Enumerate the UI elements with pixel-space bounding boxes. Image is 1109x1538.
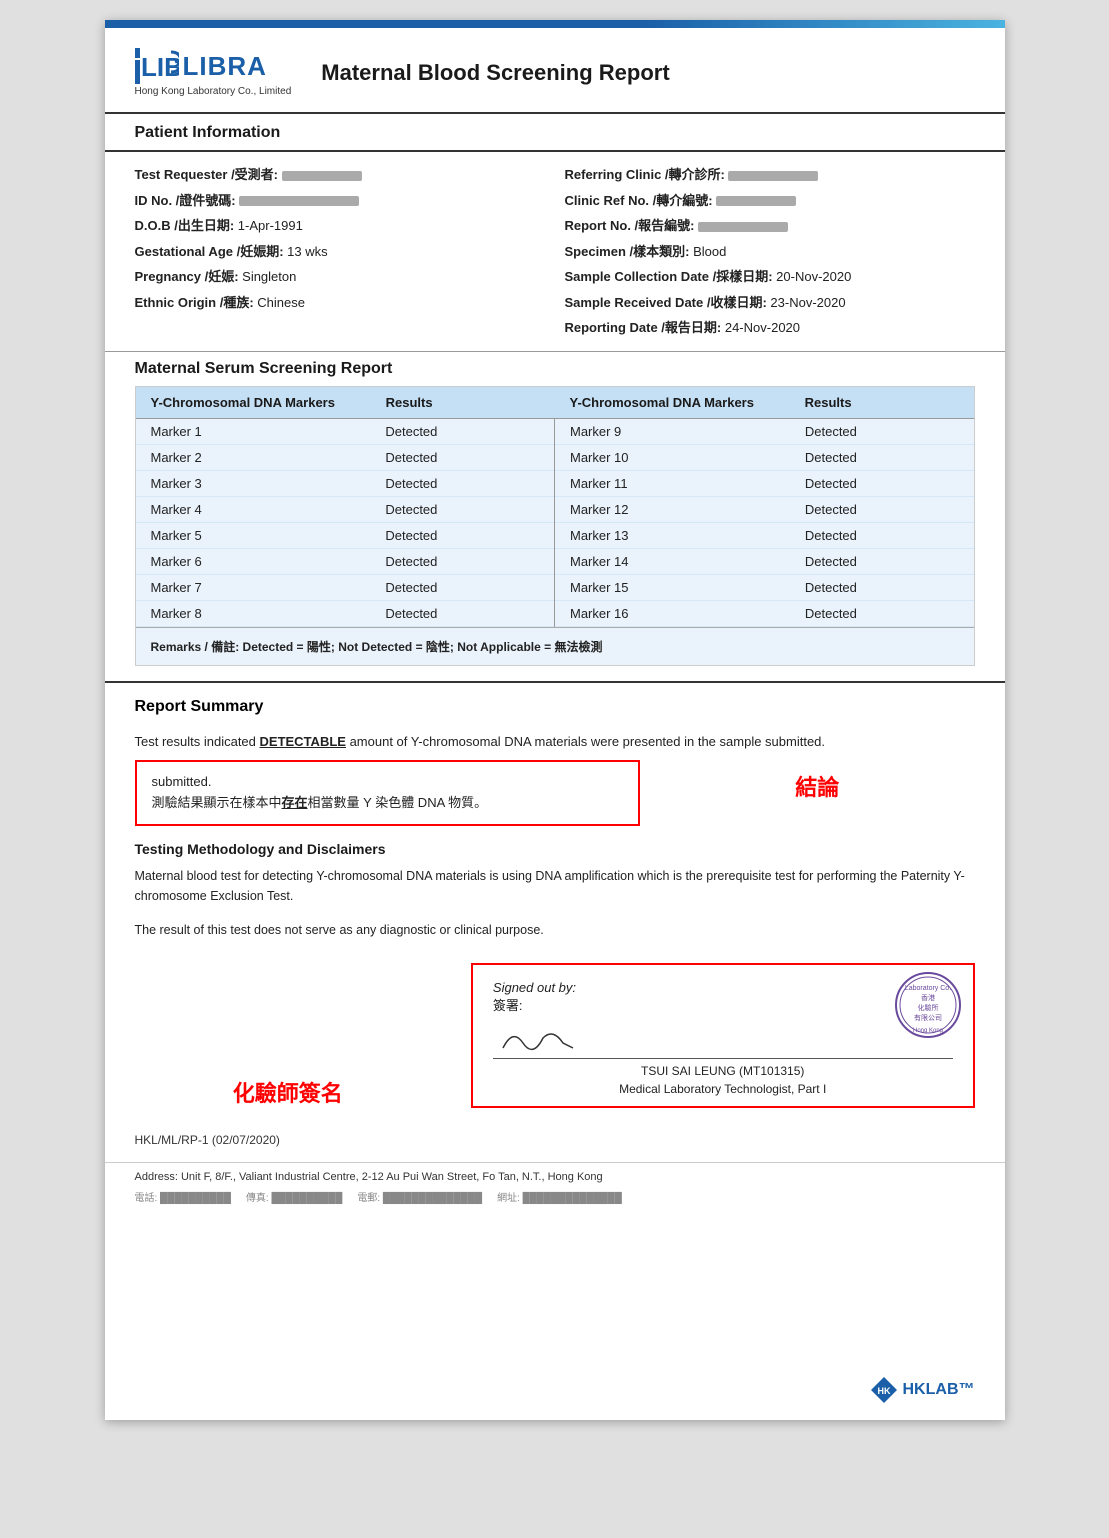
methodology-text1: Maternal blood test for detecting Y-chro… <box>105 863 1005 909</box>
patient-info-title: Patient Information <box>105 114 1005 152</box>
header: LIBR LIBRA Hong Kong Laboratory Co., Lim… <box>105 28 1005 114</box>
signature-box: Laboratory Co. 香港 化驗所 有限公司 Hong Kong Sig… <box>471 963 975 1108</box>
table-row: Marker 12Detected <box>555 497 974 523</box>
footer-ref: HKL/ML/RP-1 (02/07/2020) <box>105 1128 1005 1152</box>
report-page: LIBR LIBRA Hong Kong Laboratory Co., Lim… <box>105 20 1005 1420</box>
patient-info-left: Test Requester /受測者: ID No. /證件號碼: D.O.B… <box>135 162 545 341</box>
signed-chinese: 簽署: <box>493 995 953 1014</box>
patient-row-received-date: Sample Received Date /收樣日期: 23-Nov-2020 <box>565 290 975 316</box>
signer-title: Medical Laboratory Technologist, Part I <box>493 1082 953 1096</box>
remarks: Remarks / 備註: Detected = 陽性; Not Detecte… <box>136 627 974 665</box>
svg-text:Laboratory Co.: Laboratory Co. <box>904 985 950 992</box>
table-row: Marker 10Detected <box>555 445 974 471</box>
signed-out-label: Signed out by: <box>493 980 953 995</box>
table-row: Marker 2Detected <box>136 445 555 471</box>
footer-address: Address: Unit F, 8/F., Valiant Industria… <box>105 1162 1005 1186</box>
logo-icon: LIBR <box>135 48 179 84</box>
top-bar <box>105 20 1005 28</box>
signature-svg <box>493 1023 593 1058</box>
logo-brand: LIBRA <box>183 51 267 82</box>
report-title: Maternal Blood Screening Report <box>321 60 669 86</box>
footer-web: 網址: ██████████████ <box>497 1189 622 1204</box>
table-row: Marker 9Detected <box>555 419 974 445</box>
chinese-underline: 存在 <box>282 795 308 810</box>
col-header-result2: Results <box>790 387 974 418</box>
patient-row-specimen: Specimen /樣本類別: Blood <box>565 239 975 265</box>
serum-section-title: Maternal Serum Screening Report <box>105 351 1005 386</box>
svg-text:HK: HK <box>877 1386 890 1396</box>
svg-text:LIBR: LIBR <box>141 52 179 82</box>
table-row: Marker 13Detected <box>555 523 974 549</box>
screening-table: Y-Chromosomal DNA Markers Results Y-Chro… <box>135 386 975 666</box>
signature-label-red: 化驗師簽名 <box>135 1076 441 1108</box>
hklab-brand: HKLAB™ <box>903 1381 975 1399</box>
signer-name: TSUI SAI LEUNG (MT101315) <box>493 1064 953 1078</box>
table-row: Marker 16Detected <box>555 601 974 627</box>
patient-info: Test Requester /受測者: ID No. /證件號碼: D.O.B… <box>105 152 1005 351</box>
footer-fax: 傳真: ██████████ <box>246 1189 342 1204</box>
table-row: Marker 8Detected <box>136 601 555 627</box>
table-row: Marker 15Detected <box>555 575 974 601</box>
table-row: Marker 3Detected <box>136 471 555 497</box>
table-row: Marker 1Detected <box>136 419 555 445</box>
table-row: Marker 6Detected <box>136 549 555 575</box>
col-header-result1: Results <box>371 387 555 418</box>
right-markers: Marker 9Detected Marker 10Detected Marke… <box>555 419 974 627</box>
patient-info-right: Referring Clinic /轉介診所: Clinic Ref No. /… <box>565 162 975 341</box>
table-body: Marker 1Detected Marker 2Detected Marker… <box>136 419 974 627</box>
report-summary-title: Report Summary <box>105 681 1005 724</box>
patient-row-reporting-date: Reporting Date /報告日期: 24-Nov-2020 <box>565 315 975 341</box>
patient-row-requester: Test Requester /受測者: <box>135 162 545 188</box>
patient-row-report-no: Report No. /報告編號: <box>565 213 975 239</box>
detectable-word: DETECTABLE <box>260 734 346 749</box>
patient-row-clinic-ref: Clinic Ref No. /轉介編號: <box>565 188 975 214</box>
svg-text:化驗所: 化驗所 <box>917 1003 938 1012</box>
table-row: Marker 4Detected <box>136 497 555 523</box>
methodology-title: Testing Methodology and Disclaimers <box>105 826 1005 863</box>
footer-contact: 電話: ██████████ 傳真: ██████████ 電郵: ██████… <box>105 1186 1005 1214</box>
footer-phone: 電話: ██████████ <box>135 1189 231 1204</box>
company-stamp: Laboratory Co. 香港 化驗所 有限公司 Hong Kong <box>893 970 963 1040</box>
patient-row-dob: D.O.B /出生日期: 1-Apr-1991 <box>135 213 545 239</box>
conclusion-label: 結論 <box>660 760 974 802</box>
col-header-marker2: Y-Chromosomal DNA Markers <box>555 387 790 418</box>
patient-row-clinic: Referring Clinic /轉介診所: <box>565 162 975 188</box>
summary-box-row: submitted. 測驗結果顯示在樣本中存在相當數量 Y 染色體 DNA 物質… <box>105 760 1005 826</box>
patient-row-ga: Gestational Age /妊娠期: 13 wks <box>135 239 545 265</box>
logo-subtitle: Hong Kong Laboratory Co., Limited <box>135 86 292 97</box>
logo-area: LIBR LIBRA Hong Kong Laboratory Co., Lim… <box>135 48 292 97</box>
table-row: Marker 14Detected <box>555 549 974 575</box>
signature-line <box>493 1019 953 1059</box>
footer-logo-right: HK HKLAB™ <box>869 1375 975 1405</box>
table-row: Marker 11Detected <box>555 471 974 497</box>
patient-row-ethnic: Ethnic Origin /種族: Chinese <box>135 290 545 316</box>
patient-row-pregnancy: Pregnancy /妊娠: Singleton <box>135 264 545 290</box>
svg-text:Hong Kong: Hong Kong <box>912 1028 942 1034</box>
table-header: Y-Chromosomal DNA Markers Results Y-Chro… <box>136 387 974 419</box>
svg-text:香港: 香港 <box>921 993 935 1002</box>
summary-text: Test results indicated DETECTABLE amount… <box>105 724 1005 761</box>
signature-row: 化驗師簽名 Laboratory Co. 香港 化驗所 有限公司 Hong Ko… <box>105 943 1005 1128</box>
svg-text:有限公司: 有限公司 <box>914 1013 942 1022</box>
hklab-diamond-icon: HK <box>869 1375 899 1405</box>
table-row: Marker 5Detected <box>136 523 555 549</box>
left-markers: Marker 1Detected Marker 2Detected Marker… <box>136 419 555 627</box>
col-header-marker1: Y-Chromosomal DNA Markers <box>136 387 371 418</box>
table-row: Marker 7Detected <box>136 575 555 601</box>
logo-text: LIBR LIBRA <box>135 48 292 84</box>
patient-row-collection-date: Sample Collection Date /採樣日期: 20-Nov-202… <box>565 264 975 290</box>
footer-email: 電郵: ██████████████ <box>357 1189 482 1204</box>
patient-row-id: ID No. /證件號碼: <box>135 188 545 214</box>
methodology-text2: The result of this test does not serve a… <box>105 917 1005 943</box>
summary-red-box: submitted. 測驗結果顯示在樣本中存在相當數量 Y 染色體 DNA 物質… <box>135 760 641 826</box>
